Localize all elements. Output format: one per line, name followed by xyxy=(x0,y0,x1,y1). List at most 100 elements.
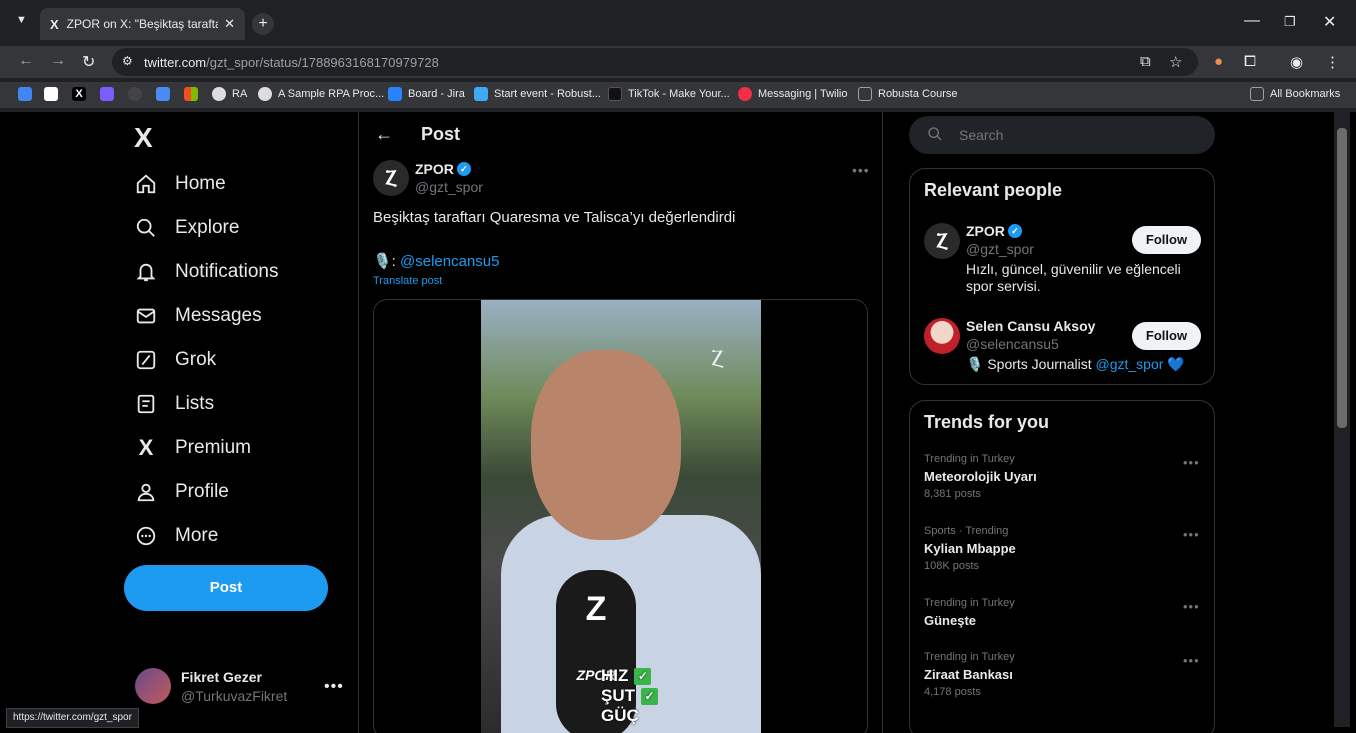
trend-name: Meteorolojik Uyarı xyxy=(924,469,1037,484)
x-logo-icon[interactable]: X xyxy=(134,122,153,154)
status-url: https://twitter.com/gzt_spor xyxy=(6,708,139,728)
page-scrollbar[interactable] xyxy=(1334,112,1350,727)
trend-item[interactable]: Trending in Turkey Ziraat Bankası 4,178 … xyxy=(924,651,1204,698)
trend-name: Güneşte xyxy=(924,613,977,628)
bookmark-item[interactable] xyxy=(128,87,148,101)
tab-close-icon[interactable]: ✕ xyxy=(224,16,235,32)
mail-icon xyxy=(134,304,158,328)
search-input[interactable]: Search xyxy=(909,116,1215,154)
avatar[interactable]: Ⲍ xyxy=(924,223,960,259)
bookmark-star-icon[interactable]: ☆ xyxy=(1169,53,1182,71)
bookmark-robusta[interactable]: Robusta Course xyxy=(858,87,958,101)
trend-item[interactable]: Sports · Trending Kylian Mbappe 108K pos… xyxy=(924,525,1204,572)
account-more-icon[interactable]: ••• xyxy=(324,678,344,696)
back-arrow-icon[interactable]: ← xyxy=(375,124,393,145)
author-name: ZPOR xyxy=(415,161,454,177)
grok-icon xyxy=(134,348,158,372)
chrome-menu-icon[interactable]: ⋮ xyxy=(1325,53,1340,71)
search-placeholder: Search xyxy=(959,127,1004,143)
reload-icon[interactable]: ↻ xyxy=(82,52,95,72)
post-author[interactable]: Ⲍ ZPOR ✓ @gzt_spor xyxy=(373,160,483,196)
forward-icon[interactable]: → xyxy=(50,52,66,70)
trend-more-icon[interactable]: ••• xyxy=(1183,455,1200,470)
person-bio: Hızlı, güncel, güvenilir ve eğlenceli sp… xyxy=(966,261,1181,294)
trend-more-icon[interactable]: ••• xyxy=(1183,653,1200,668)
address-bar[interactable]: ⚙ twitter.com/gzt_spor/status/1788963168… xyxy=(112,48,1198,76)
nav-notifications[interactable]: Notifications xyxy=(134,260,279,284)
trend-meta: Trending in Turkey xyxy=(924,651,1015,663)
bookmark-label: Messaging | Twilio xyxy=(758,88,848,100)
bookmark-item[interactable] xyxy=(184,87,204,101)
video-overlay-text: GÜÇ xyxy=(601,706,639,725)
extension-icon[interactable]: ● xyxy=(1214,53,1223,70)
video-frame[interactable]: Ⲍ Z ZPOR HIZ ✓ ŞUT ✓ GÜÇ xyxy=(481,300,761,733)
translate-post-link[interactable]: Translate post xyxy=(373,275,442,287)
trend-item[interactable]: Trending in Turkey Güneşte ••• xyxy=(924,597,1204,628)
follow-button[interactable]: Follow xyxy=(1132,226,1201,254)
trend-more-icon[interactable]: ••• xyxy=(1183,599,1200,614)
avatar[interactable] xyxy=(924,318,960,354)
restore-icon[interactable]: ❐ xyxy=(1284,14,1296,30)
bookmark-item[interactable]: X xyxy=(72,87,92,101)
trend-more-icon[interactable]: ••• xyxy=(1183,527,1200,542)
nav-label: Profile xyxy=(175,481,229,502)
bookmark-favicon-icon xyxy=(156,87,170,101)
trend-name: Kylian Mbappe xyxy=(924,541,1016,556)
trend-item[interactable]: Trending in Turkey Meteorolojik Uyarı 8,… xyxy=(924,453,1204,500)
site-info-icon[interactable]: ⚙ xyxy=(122,54,133,68)
minimize-icon[interactable]: — xyxy=(1244,12,1260,30)
bookmark-item[interactable] xyxy=(156,87,176,101)
bookmark-item[interactable] xyxy=(100,87,120,101)
author-avatar[interactable]: Ⲍ xyxy=(373,160,409,196)
nav-explore[interactable]: Explore xyxy=(134,216,239,240)
all-bookmarks[interactable]: All Bookmarks xyxy=(1250,87,1340,101)
nav-premium[interactable]: X Premium xyxy=(134,435,251,460)
tiktok-icon xyxy=(608,87,622,101)
close-window-icon[interactable]: ✕ xyxy=(1323,12,1336,32)
bookmark-tiktok[interactable]: TikTok - Make Your... xyxy=(608,87,730,101)
nav-home[interactable]: Home xyxy=(134,172,226,196)
post-button[interactable]: Post xyxy=(124,565,328,611)
post-mention-line: 🎙️: @selencansu5 xyxy=(373,252,500,270)
nav-label: Home xyxy=(175,173,226,194)
home-icon xyxy=(134,172,158,196)
verified-badge-icon: ✓ xyxy=(1007,224,1022,238)
bookmark-twilio[interactable]: Messaging | Twilio xyxy=(738,87,847,101)
tab-title: ZPOR on X: "Beşiktaş taraftarı Q xyxy=(66,17,218,31)
nav-profile[interactable]: Profile xyxy=(134,480,229,504)
twilio-icon xyxy=(738,87,752,101)
bookmark-jira[interactable]: Board - Jira xyxy=(388,87,465,101)
video-overlay-text: HIZ ✓ xyxy=(601,666,652,686)
extensions-puzzle-icon[interactable]: ⧠ xyxy=(1244,53,1256,70)
scrollbar-thumb[interactable] xyxy=(1337,128,1347,428)
browser-tab[interactable]: X ZPOR on X: "Beşiktaş taraftarı Q ✕ xyxy=(40,8,245,40)
back-icon[interactable]: ← xyxy=(18,52,34,70)
install-app-icon[interactable]: ⧉ xyxy=(1140,53,1151,70)
person-name: ZPOR xyxy=(966,223,1005,239)
account-switcher[interactable]: Fikret Gezer @TurkuvazFikret xyxy=(135,668,287,704)
globe-icon xyxy=(212,87,226,101)
trend-meta: Trending in Turkey xyxy=(924,597,1015,609)
post-video[interactable]: Ⲍ Z ZPOR HIZ ✓ ŞUT ✓ GÜÇ xyxy=(373,299,868,733)
bookmark-item[interactable] xyxy=(44,87,64,101)
folder-icon xyxy=(1250,87,1264,101)
nav-more[interactable]: More xyxy=(134,524,218,548)
tab-search-icon[interactable]: ▼ xyxy=(16,14,27,26)
x-favicon-icon: X xyxy=(72,87,86,101)
bookmark-ra[interactable]: RA xyxy=(212,87,247,101)
bio-mention-link[interactable]: @gzt_spor xyxy=(1095,356,1163,372)
microsoft-icon xyxy=(184,87,198,101)
bookmark-item[interactable] xyxy=(18,87,38,101)
bookmark-robust[interactable]: Start event - Robust... xyxy=(474,87,601,101)
nav-lists[interactable]: Lists xyxy=(134,392,214,416)
bookmark-rpa[interactable]: A Sample RPA Proc... xyxy=(258,87,384,101)
profile-avatar-icon[interactable]: ◉ xyxy=(1290,53,1303,71)
video-person-face xyxy=(531,350,681,540)
mention-link[interactable]: @selencansu5 xyxy=(400,253,499,270)
post-more-icon[interactable]: ••• xyxy=(852,162,870,178)
nav-grok[interactable]: Grok xyxy=(134,348,216,372)
follow-button[interactable]: Follow xyxy=(1132,322,1201,350)
video-overlay-text: ŞUT ✓ xyxy=(601,686,658,706)
new-tab-button[interactable]: + xyxy=(252,13,274,35)
nav-messages[interactable]: Messages xyxy=(134,304,262,328)
